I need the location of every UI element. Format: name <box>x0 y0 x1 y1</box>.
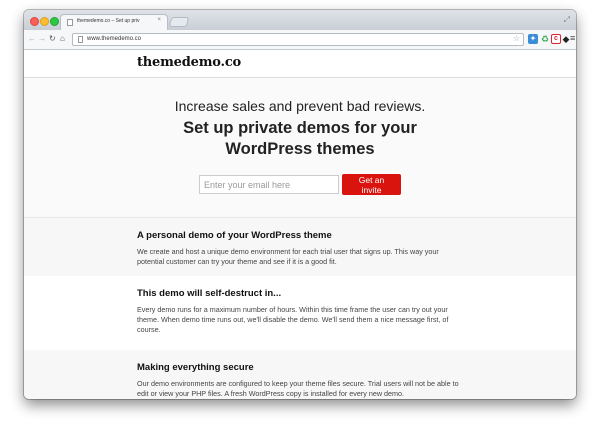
zoom-window-button[interactable] <box>50 17 59 26</box>
feature-section: A personal demo of your WordPress theme … <box>24 218 576 276</box>
browser-toolbar: ← → ↻ ⌂ www.themedemo.co ☆ ✦ ♻ c ◆ ≡ <box>24 30 576 50</box>
hero-headline: Set up private demos for your WordPress … <box>183 119 417 158</box>
feature-section: This demo will self-destruct in... Every… <box>24 276 576 350</box>
feature-body: Every demo runs for a maximum number of … <box>137 305 449 334</box>
get-invite-button[interactable]: Get an invite <box>342 174 401 195</box>
fullscreen-icon[interactable]: ⤢ <box>564 15 570 25</box>
site-header: themedemo.co <box>24 50 576 78</box>
forward-icon[interactable]: → <box>38 34 46 43</box>
c-icon[interactable]: c <box>551 34 561 44</box>
feature-title: This demo will self-destruct in... <box>137 288 282 299</box>
page-icon <box>78 36 83 43</box>
page-content: themedemo.co Increase sales and prevent … <box>24 50 576 399</box>
feature-section: Making everything secure Our demo enviro… <box>24 350 576 399</box>
address-bar[interactable]: www.themedemo.co ☆ <box>72 33 524 46</box>
puzzle-icon[interactable]: ✦ <box>528 34 538 44</box>
tab-close-icon[interactable]: × <box>157 17 161 23</box>
menu-icon[interactable]: ≡ <box>570 33 575 43</box>
close-window-button[interactable] <box>30 17 39 26</box>
hero-tagline: Increase sales and prevent bad reviews. <box>174 98 426 114</box>
tab-title: themedemo.co – Set up priv <box>77 18 140 24</box>
back-icon[interactable]: ← <box>28 34 36 43</box>
browser-window: themedemo.co – Set up priv × ⤢ ← → ↻ ⌂ w… <box>24 10 576 399</box>
hero-section: Increase sales and prevent bad reviews. … <box>24 78 576 218</box>
feature-body: We create and host a unique demo environ… <box>137 247 439 266</box>
leaf-icon[interactable]: ♻ <box>540 34 550 44</box>
star-icon[interactable]: ☆ <box>513 34 520 43</box>
reload-icon[interactable]: ↻ <box>49 34 56 43</box>
page-icon <box>67 19 73 26</box>
feature-title: A personal demo of your WordPress theme <box>137 230 332 241</box>
site-logo[interactable]: themedemo.co <box>137 55 241 70</box>
new-tab-button[interactable] <box>168 17 190 27</box>
url-text: www.themedemo.co <box>87 36 142 42</box>
feature-body: Our demo environments are configured to … <box>137 379 459 398</box>
tab-bar: themedemo.co – Set up priv × ⤢ <box>24 10 576 30</box>
email-input[interactable] <box>199 175 339 194</box>
feature-title: Making everything secure <box>137 362 254 373</box>
minimize-window-button[interactable] <box>40 17 49 26</box>
home-icon[interactable]: ⌂ <box>60 34 65 43</box>
tab-themedemo[interactable]: themedemo.co – Set up priv × <box>60 14 168 30</box>
